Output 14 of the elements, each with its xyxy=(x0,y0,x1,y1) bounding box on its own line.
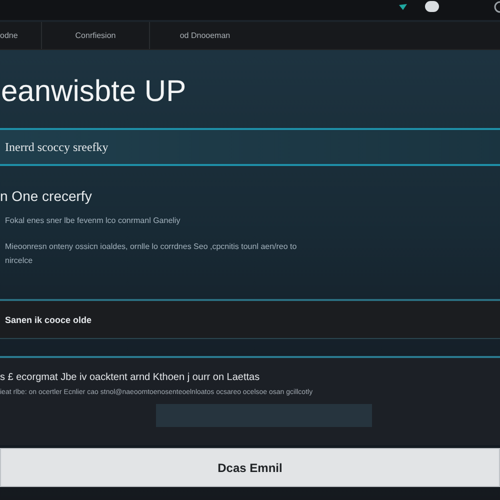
highlight-text: Inerrd scoccy sreefky xyxy=(5,140,108,154)
toggle-icon[interactable] xyxy=(425,1,439,12)
nav-tab[interactable]: Conrfiesion xyxy=(42,22,150,49)
arrow-icon[interactable] xyxy=(399,4,407,10)
panel-heading: s £ ecorgmat Jbe iv oacktent arnd Kthoen j ourr on Laettas xyxy=(0,372,261,383)
banner-text: Sanen ik cooce olde xyxy=(5,314,92,324)
paragraph: Fokal enes sner lbe fevenm lco conrmanl Ganeliy xyxy=(5,215,182,227)
email-button[interactable]: Dcas Emnil xyxy=(0,448,500,487)
input-field[interactable] xyxy=(156,404,372,427)
paragraph: Mieoonresn onteny ossicn ioaldes, ornlle lo corrdnes Seo ,cpcnitis tounl aen/reo to nircelce xyxy=(5,241,298,267)
nav-tab[interactable]: od Dnooeman xyxy=(150,22,260,49)
nav-tab[interactable]: odne xyxy=(0,22,42,49)
section-heading: n One crecerfy xyxy=(0,188,93,204)
page-title: eanwisbte UP xyxy=(1,76,188,110)
